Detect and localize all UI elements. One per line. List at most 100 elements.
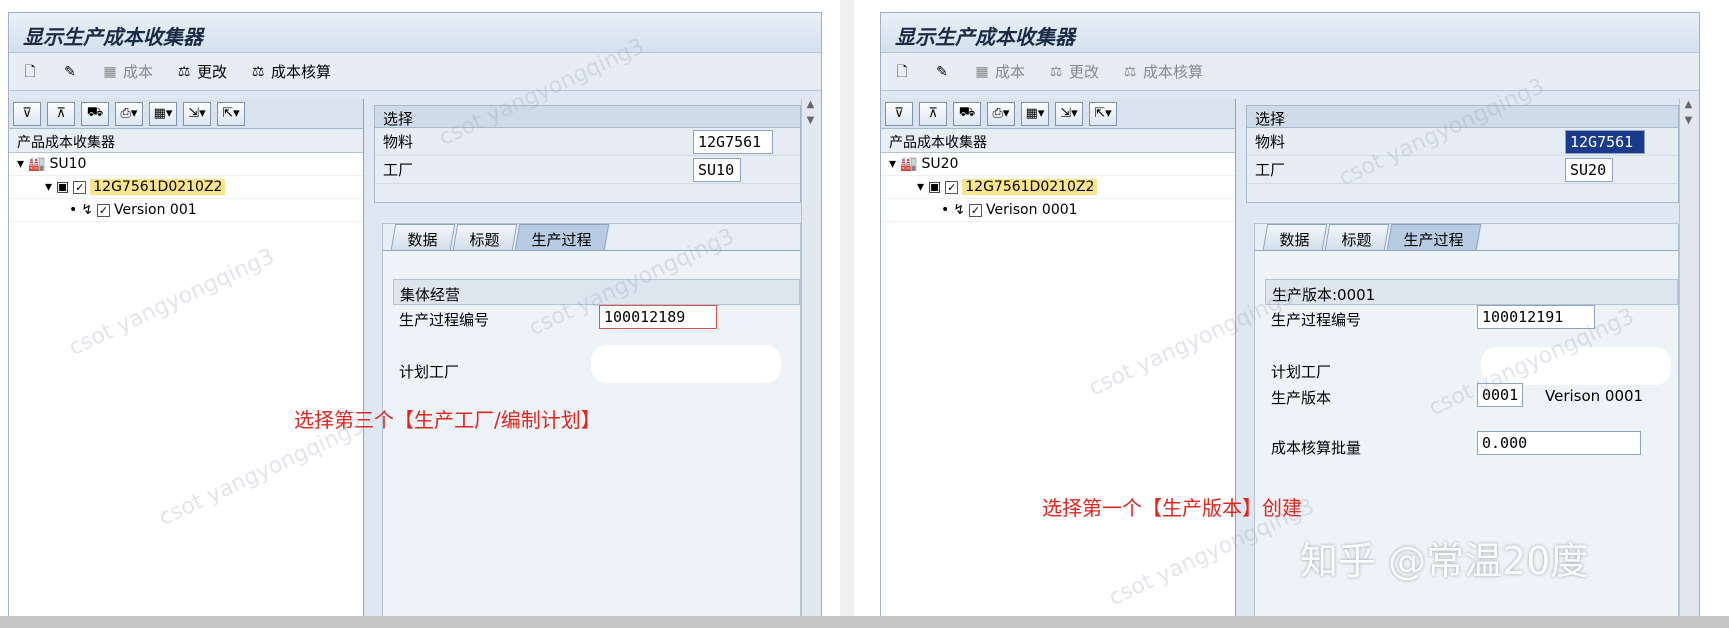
version-field[interactable]: 0001: [1477, 383, 1523, 407]
tree-header: 产品成本收集器: [881, 129, 1235, 153]
scale-icon: ⚖: [177, 63, 191, 80]
scrollbar[interactable]: ▲ ▼: [801, 99, 819, 627]
tab-data[interactable]: 数据: [390, 224, 456, 250]
material-field[interactable]: 12G7561: [1565, 130, 1645, 154]
plant-label: 工厂: [383, 161, 414, 179]
version-label: Verison 0001: [986, 202, 1078, 218]
brand-watermark: 知乎 @常温20度: [1300, 539, 1589, 583]
factory-icon: 🏭: [900, 156, 918, 172]
scroll-down-icon[interactable]: ▼: [802, 115, 819, 131]
plant-field[interactable]: SU10: [693, 158, 741, 182]
process-number-field[interactable]: 100012191: [1477, 305, 1595, 329]
collapse-button[interactable]: ⊼: [919, 101, 947, 126]
material-label: 12G7561D0210Z2: [962, 179, 1098, 195]
scroll-up-icon[interactable]: ▲: [1680, 99, 1697, 115]
tab-production-process[interactable]: 生产过程: [1386, 224, 1482, 250]
planning-plant-label: 计划工厂: [1271, 363, 1332, 381]
pencil-icon: ✎: [64, 63, 76, 80]
scroll-up-icon[interactable]: ▲: [802, 99, 819, 115]
tab-header[interactable]: 标题: [1324, 224, 1390, 250]
material-label: 物料: [1255, 133, 1286, 151]
find-button[interactable]: ⛟: [953, 101, 981, 126]
tree-toolbar: ⊽ ⊼ ⛟ ⎙▾ ▦▾ ⇲▾ ⇱▾: [881, 99, 1235, 129]
change-button[interactable]: ⚖ 更改: [1047, 61, 1099, 82]
tree-node-material[interactable]: ▾ ▣ ✓ 12G7561D0210Z2: [9, 176, 363, 199]
tab-label: 标题: [469, 231, 500, 249]
scale-icon: ⚖: [1123, 63, 1137, 80]
document-icon: 🗋: [896, 63, 908, 80]
view-button[interactable]: ⇱▾: [217, 101, 245, 126]
expand-button[interactable]: ⊽: [13, 101, 41, 126]
chevron-down-icon: ▾: [917, 179, 925, 195]
tab-production-process[interactable]: 生产过程: [514, 224, 610, 250]
checkbox[interactable]: ✓: [945, 180, 959, 194]
tab-label: 生产过程: [1403, 231, 1464, 249]
edit-button[interactable]: ✎: [933, 63, 951, 81]
print-button[interactable]: ⎙▾: [115, 101, 143, 126]
tab-content: 集体经营 生产过程编号 100012189 计划工厂: [383, 250, 800, 626]
annotation-left: 选择第三个【生产工厂/编制计划】: [294, 408, 601, 432]
printer-icon: ⎙▾: [120, 106, 138, 121]
layout-button[interactable]: ▦▾: [149, 101, 177, 126]
change-label: 更改: [1069, 63, 1100, 81]
expand-button[interactable]: ⊽: [885, 101, 913, 126]
tree-toolbar: ⊽ ⊼ ⛟ ⎙▾ ▦▾ ⇲▾ ⇱▾: [9, 99, 363, 129]
export-button[interactable]: ⇲▾: [1055, 101, 1083, 126]
change-button[interactable]: ⚖ 更改: [175, 61, 227, 82]
export-button[interactable]: ⇲▾: [183, 101, 211, 126]
checkbox[interactable]: ✓: [73, 180, 87, 194]
tree-node-version[interactable]: • ↯ ✓ Version 001: [9, 199, 363, 222]
material-row: 物料 12G7561: [1247, 128, 1678, 156]
print-button[interactable]: ⎙▾: [987, 101, 1015, 126]
selection-box: 选择 物料 12G7561 工厂 SU10: [374, 105, 801, 203]
scroll-down-icon[interactable]: ▼: [1680, 115, 1697, 131]
scrollbar[interactable]: ▲ ▼: [1679, 99, 1697, 627]
tree-node-material[interactable]: ▾ ▣ ✓ 12G7561D0210Z2: [881, 176, 1235, 199]
detail-pane: 选择 物料 12G7561 工厂 SU10 数据 标题 生产过程 集体经营 生产…: [374, 105, 801, 627]
layout-button[interactable]: ▦▾: [1021, 101, 1049, 126]
collapse-icon: ⊼: [928, 106, 938, 121]
new-button[interactable]: 🗋: [893, 63, 911, 81]
cost-button[interactable]: ▦ 成本: [101, 61, 153, 82]
lot-size-field[interactable]: 0.000: [1477, 431, 1641, 455]
tree-node-plant[interactable]: ▾ 🏭 SU10: [9, 153, 363, 176]
tab-label: 标题: [1341, 231, 1372, 249]
collector-icon: ▣: [56, 179, 70, 195]
checkbox[interactable]: ✓: [969, 203, 982, 217]
application-toolbar: 🗋 ✎ ▦ 成本 ⚖ 更改 ⚖ 成本核算: [881, 53, 1699, 91]
tree-node-version[interactable]: • ↯ ✓ Verison 0001: [881, 199, 1235, 222]
version-label: 生产版本: [1271, 389, 1332, 407]
material-field[interactable]: 12G7561: [693, 130, 773, 154]
find-button[interactable]: ⛟: [81, 101, 109, 126]
plant-field[interactable]: SU20: [1565, 158, 1613, 182]
checkbox[interactable]: ✓: [97, 203, 110, 217]
cost-button[interactable]: ▦ 成本: [973, 61, 1025, 82]
collapse-button[interactable]: ⊼: [47, 101, 75, 126]
tree-pane: ⊽ ⊼ ⛟ ⎙▾ ▦▾ ⇲▾ ⇱▾ 产品成本收集器 ▾ 🏭 SU20 ▾ ▣ ✓…: [881, 99, 1236, 627]
tree-header: 产品成本收集器: [9, 129, 363, 153]
process-number-label: 生产过程编号: [1271, 311, 1362, 329]
collector-icon: ▣: [928, 179, 942, 195]
tab-label: 数据: [407, 231, 438, 249]
selection-box: 选择 物料 12G7561 工厂 SU20: [1246, 105, 1679, 203]
costing-button[interactable]: ⚖ 成本核算: [249, 61, 331, 82]
new-button[interactable]: 🗋: [21, 63, 39, 81]
export-icon: ⇲▾: [1060, 106, 1078, 121]
tree-node-plant[interactable]: ▾ 🏭 SU20: [881, 153, 1235, 176]
redacted-area: [1481, 347, 1671, 385]
grid-icon: ▦: [103, 63, 117, 80]
view-button[interactable]: ⇱▾: [1089, 101, 1117, 126]
tab-header[interactable]: 标题: [452, 224, 518, 250]
table-icon: ▦▾: [153, 106, 173, 121]
costing-label: 成本核算: [271, 63, 332, 81]
costing-button[interactable]: ⚖ 成本核算: [1121, 61, 1203, 82]
tab-data[interactable]: 数据: [1262, 224, 1328, 250]
expand-icon: ⊽: [894, 106, 904, 121]
version-label: Version 001: [114, 202, 197, 218]
process-number-label: 生产过程编号: [399, 311, 490, 329]
chevron-down-icon: ▾: [45, 179, 53, 195]
process-number-field[interactable]: 100012189: [599, 305, 717, 329]
edit-button[interactable]: ✎: [61, 63, 79, 81]
scale-icon: ⚖: [251, 63, 265, 80]
grid-icon: ▦: [975, 63, 989, 80]
